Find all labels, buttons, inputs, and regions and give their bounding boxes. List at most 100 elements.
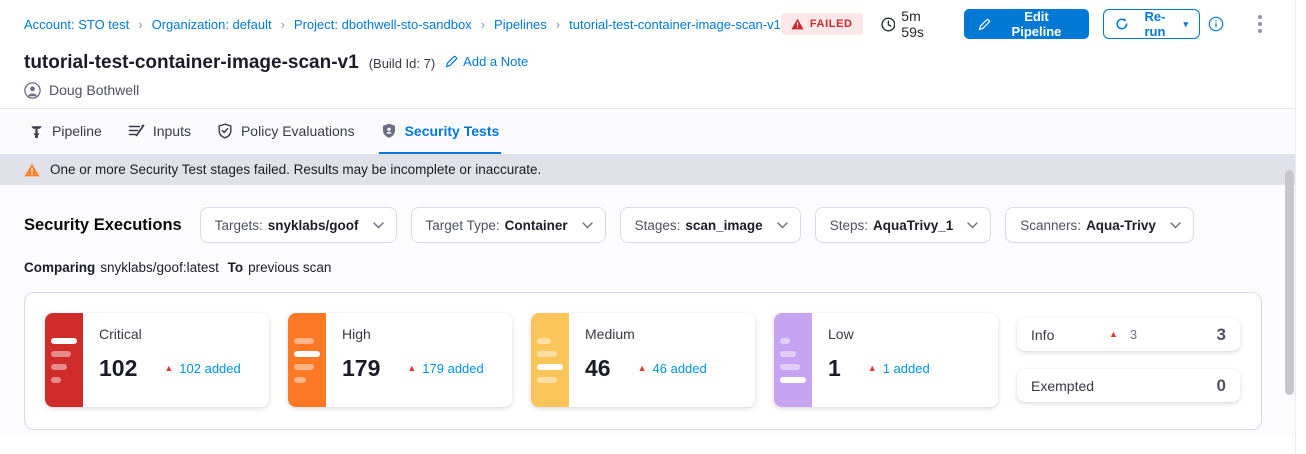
severity-bars-icon	[288, 313, 326, 407]
filter-value: AquaTrivy_1	[873, 218, 953, 233]
build-id-label: (Build Id: 7)	[369, 56, 435, 71]
chevron-down-icon	[967, 222, 978, 229]
more-options-kebab-icon[interactable]	[1254, 11, 1266, 37]
duration-label: 5m 59s	[901, 8, 946, 40]
rerun-label: Re-run	[1134, 9, 1175, 39]
warning-triangle-icon	[24, 163, 40, 177]
filter-label: Steps:	[830, 218, 868, 233]
clock-icon	[881, 17, 896, 32]
user-avatar-icon	[24, 82, 41, 99]
rerun-button[interactable]: Re-run ▾	[1103, 9, 1200, 39]
chevron-down-icon	[373, 222, 384, 229]
comparing-to: To	[228, 260, 244, 275]
filter-value: Container	[505, 218, 568, 233]
chevron-down-icon	[1170, 222, 1181, 229]
page-header: Account: STO test › Organization: defaul…	[0, 0, 1306, 108]
comparing-baseline: previous scan	[248, 260, 331, 275]
severity-summary-card: Critical 102 ▲102 added High 179 ▲179 ad…	[24, 292, 1262, 430]
breadcrumb-account[interactable]: Account: STO test	[24, 17, 129, 32]
severity-card-critical[interactable]: Critical 102 ▲102 added	[45, 313, 269, 407]
severity-delta: ▲179 added	[407, 361, 483, 376]
severity-label: Critical	[99, 326, 269, 342]
chevron-down-icon	[777, 222, 788, 229]
breadcrumb-separator: ›	[481, 17, 485, 32]
breadcrumb-project[interactable]: Project: dbothwell-sto-sandbox	[294, 17, 472, 32]
comparing-target: snyklabs/goof:latest	[100, 260, 219, 275]
filter-target-type[interactable]: Target Type: Container	[411, 207, 606, 243]
severity-bars-icon	[45, 313, 83, 407]
breadcrumb-pipeline-name[interactable]: tutorial-test-container-image-scan-v1	[569, 17, 781, 32]
breadcrumb-separator: ›	[556, 17, 560, 32]
pencil-icon	[978, 18, 991, 31]
filter-targets[interactable]: Targets: snyklabs/goof	[200, 207, 397, 243]
tab-security-tests[interactable]: Security Tests	[379, 109, 502, 154]
severity-count: 179	[342, 355, 380, 382]
pipeline-icon	[29, 123, 44, 139]
pencil-icon	[445, 55, 458, 68]
severity-count: 46	[585, 355, 611, 382]
status-badge: FAILED	[781, 13, 863, 35]
tab-pipeline[interactable]: Pipeline	[27, 109, 104, 154]
scrollbar-thumb[interactable]	[1285, 170, 1294, 395]
triangle-up-icon: ▲	[407, 364, 416, 373]
triangle-up-icon: ▲	[638, 364, 647, 373]
filter-steps[interactable]: Steps: AquaTrivy_1	[815, 207, 992, 243]
execution-duration: 5m 59s	[881, 8, 947, 40]
severity-delta: ▲46 added	[638, 361, 707, 376]
severity-delta: ▲102 added	[164, 361, 240, 376]
severity-delta: ▲1 added	[868, 361, 930, 376]
severity-label: Medium	[585, 326, 755, 342]
filter-stages[interactable]: Stages: scan_image	[620, 207, 801, 243]
edit-pipeline-button[interactable]: Edit Pipeline	[964, 9, 1088, 39]
severity-card-medium[interactable]: Medium 46 ▲46 added	[531, 313, 755, 407]
info-total: 3	[1217, 325, 1226, 345]
info-label: Info	[1031, 327, 1109, 343]
user-name-label: Doug Bothwell	[49, 82, 139, 98]
filter-scanners[interactable]: Scanners: Aqua-Trivy	[1005, 207, 1194, 243]
chevron-down-icon	[582, 222, 593, 229]
security-warning-banner: One or more Security Test stages failed.…	[0, 154, 1295, 185]
filter-value: snyklabs/goof	[268, 218, 359, 233]
tab-inputs[interactable]: Inputs	[126, 109, 193, 154]
severity-label: High	[342, 326, 512, 342]
exempted-stat-card[interactable]: Exempted 0	[1017, 369, 1240, 402]
info-delta: ▲3	[1109, 327, 1137, 342]
filter-label: Target Type:	[426, 218, 500, 233]
banner-message: One or more Security Test stages failed.…	[50, 162, 541, 177]
tab-policy-evaluations[interactable]: Policy Evaluations	[215, 109, 357, 154]
scrollbar-track	[1295, 0, 1306, 454]
status-badge-label: FAILED	[810, 18, 853, 30]
refresh-icon	[1115, 17, 1129, 31]
security-executions-section: Security Executions Targets: snyklabs/go…	[0, 185, 1295, 435]
page-title: tutorial-test-container-image-scan-v1	[24, 52, 359, 74]
severity-bars-icon	[774, 313, 812, 407]
warning-triangle-icon	[791, 18, 804, 30]
side-stats-column: Info ▲3 3 Exempted 0	[1017, 313, 1240, 409]
add-note-link[interactable]: Add a Note	[445, 54, 528, 69]
add-note-label: Add a Note	[463, 54, 528, 69]
filter-label: Targets:	[215, 218, 263, 233]
comparing-line: Comparing snyklabs/goof:latest To previous…	[24, 260, 1295, 275]
exempted-total: 0	[1217, 376, 1226, 396]
info-circle-icon[interactable]	[1208, 16, 1224, 32]
filter-label: Scanners:	[1020, 218, 1081, 233]
filter-label: Stages:	[635, 218, 681, 233]
filter-value: scan_image	[685, 218, 762, 233]
tab-policy-evaluations-label: Policy Evaluations	[241, 123, 355, 139]
info-stat-card[interactable]: Info ▲3 3	[1017, 318, 1240, 351]
severity-card-low[interactable]: Low 1 ▲1 added	[774, 313, 998, 407]
execution-tabs: Pipeline Inputs Policy Evaluations Secur…	[0, 109, 1306, 154]
breadcrumb-organization[interactable]: Organization: default	[152, 17, 272, 32]
chevron-down-icon: ▾	[1183, 19, 1188, 30]
comparing-prefix: Comparing	[24, 260, 95, 275]
breadcrumb-separator: ›	[138, 17, 142, 32]
breadcrumb-pipelines[interactable]: Pipelines	[494, 17, 547, 32]
tab-security-tests-label: Security Tests	[405, 123, 500, 139]
tab-inputs-label: Inputs	[153, 123, 191, 139]
triangle-up-icon: ▲	[868, 364, 877, 373]
inputs-icon	[128, 123, 145, 138]
section-heading: Security Executions	[24, 216, 182, 235]
severity-bars-icon	[531, 313, 569, 407]
edit-pipeline-label: Edit Pipeline	[998, 9, 1075, 39]
severity-card-high[interactable]: High 179 ▲179 added	[288, 313, 512, 407]
